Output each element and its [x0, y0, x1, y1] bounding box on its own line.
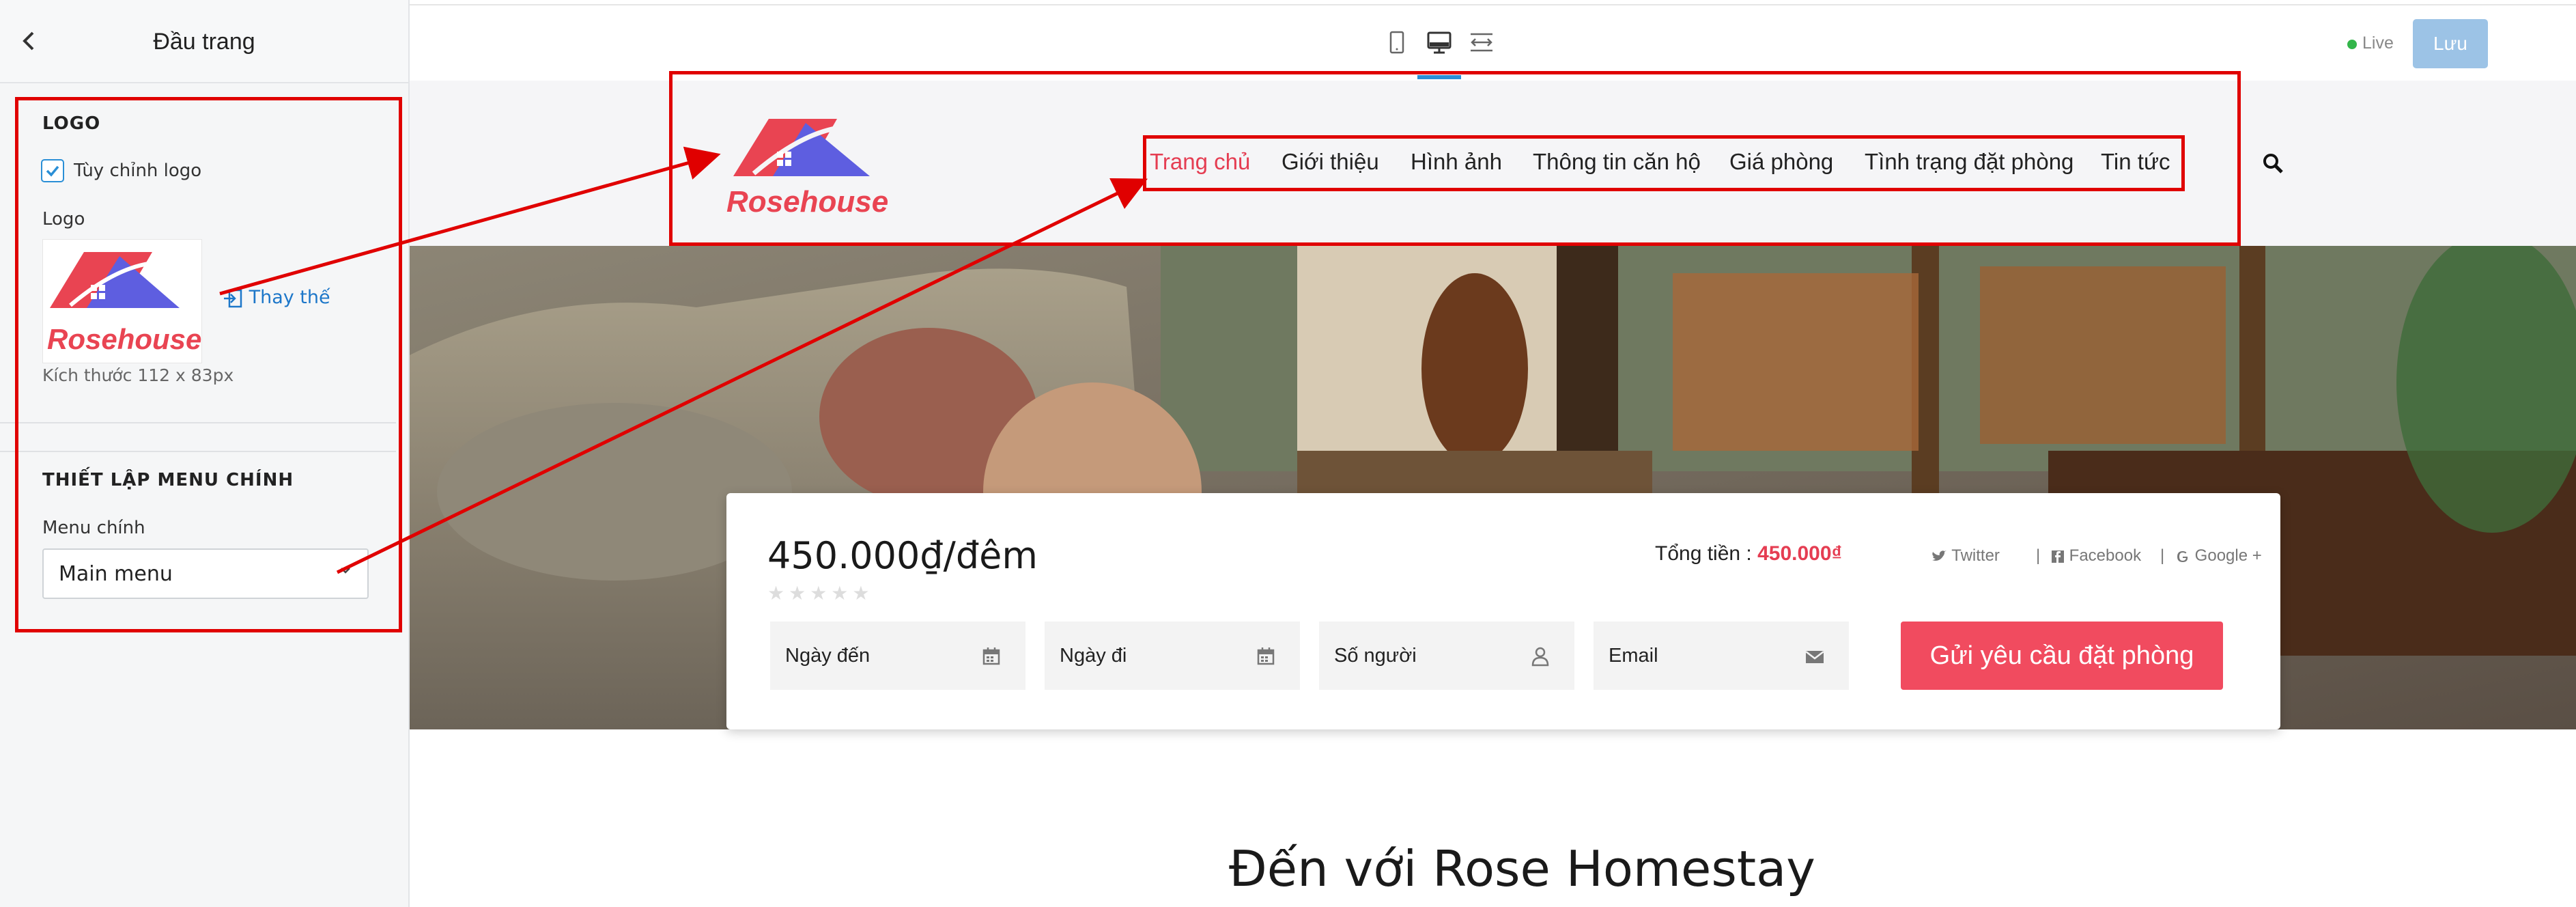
annotation-arrows	[219, 146, 1148, 574]
annotation-arrow-logo	[219, 146, 721, 296]
annotation-arrow-menu	[336, 178, 1148, 574]
